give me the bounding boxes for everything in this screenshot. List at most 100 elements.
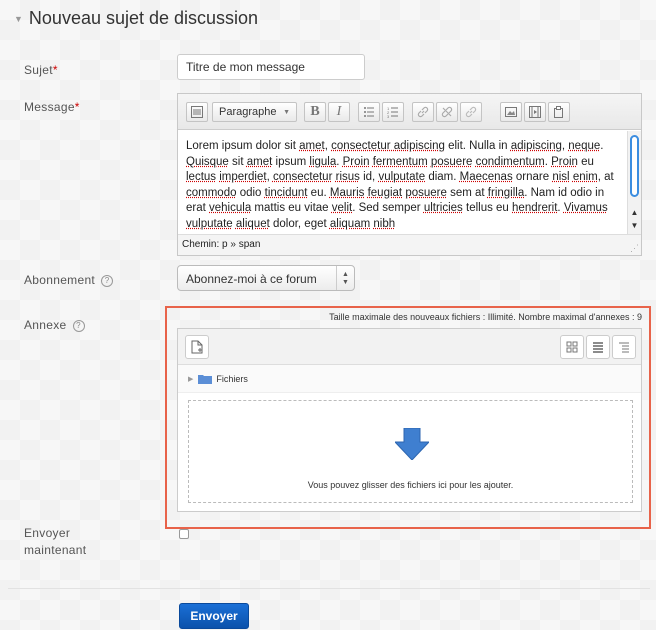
spellcheck-word: aliquam bbox=[329, 217, 371, 230]
link-icon[interactable] bbox=[412, 102, 434, 122]
spellcheck-word: velit bbox=[331, 202, 353, 214]
spellcheck-word: hendrerit bbox=[512, 202, 558, 214]
subscription-select[interactable]: Abonnez-moi à ce forum ▲ ▼ bbox=[177, 265, 355, 291]
text-run: , at bbox=[597, 171, 614, 183]
spellcheck-word: feugiat bbox=[367, 186, 403, 199]
send-now-checkbox[interactable] bbox=[179, 529, 189, 539]
subscription-label-text: Abonnement bbox=[24, 273, 96, 287]
spellcheck-word: fringilla bbox=[487, 186, 525, 199]
spellcheck-word: neque bbox=[568, 140, 601, 152]
file-limit-info: Taille maximale des nouveaux fichiers : … bbox=[329, 312, 642, 322]
add-file-icon[interactable] bbox=[185, 335, 209, 359]
italic-button[interactable]: I bbox=[328, 102, 350, 122]
text-run: tellus eu bbox=[466, 202, 513, 214]
resize-grip-icon[interactable]: ⋰ bbox=[630, 243, 639, 254]
paragraph-format-select[interactable]: Paragraphe ▼ bbox=[212, 102, 297, 122]
attachment-label: Annexe? bbox=[24, 318, 85, 332]
media-icon[interactable] bbox=[524, 102, 546, 122]
message-label: Message* bbox=[24, 100, 80, 114]
text-run: sit bbox=[228, 155, 247, 168]
editor-toolbar: Paragraphe ▼ B I 123 bbox=[178, 94, 641, 130]
text-run: . Sed semper bbox=[352, 202, 424, 214]
attachment-label-text: Annexe bbox=[24, 318, 67, 332]
help-icon[interactable]: ? bbox=[72, 319, 85, 332]
image-icon[interactable] bbox=[500, 102, 522, 122]
file-picker: ▶ Fichiers Vous pouvez glisser des fichi… bbox=[177, 328, 642, 512]
scrollbar-thumb[interactable] bbox=[630, 135, 639, 197]
subject-input[interactable]: Titre de mon message bbox=[177, 54, 365, 80]
spellcheck-word: fermentum bbox=[372, 155, 428, 168]
text-run: eu. bbox=[307, 186, 330, 199]
folder-label: Fichiers bbox=[216, 373, 248, 384]
paragraph-format-label: Paragraphe bbox=[219, 106, 277, 118]
unlink-icon[interactable] bbox=[436, 102, 458, 122]
bold-button[interactable]: B bbox=[304, 102, 326, 122]
chevron-right-icon[interactable]: ▶ bbox=[188, 375, 193, 383]
send-now-label-line2: maintenant bbox=[24, 543, 87, 557]
scroll-down-icon[interactable]: ▼ bbox=[629, 220, 640, 232]
spellcheck-word: Mauris bbox=[329, 186, 365, 199]
spellcheck-word: enim bbox=[572, 171, 598, 183]
text-run: id, bbox=[359, 171, 379, 183]
drop-zone[interactable]: Vous pouvez glisser des fichiers ici pou… bbox=[188, 400, 633, 503]
spellcheck-word: Proin bbox=[551, 155, 578, 168]
editor-path-text: Chemin: p » span bbox=[182, 239, 261, 250]
icon-view-icon[interactable] bbox=[560, 335, 584, 359]
message-body[interactable]: Lorem ipsum dolor sit amet, consectetur … bbox=[178, 131, 626, 234]
spellcheck-word: lectus bbox=[186, 171, 217, 183]
numbered-list-icon[interactable]: 123 bbox=[382, 102, 404, 122]
spellcheck-word: Proin bbox=[342, 155, 370, 168]
anchor-icon[interactable] bbox=[460, 102, 482, 122]
spellcheck-word: aliquet bbox=[235, 217, 270, 230]
spellcheck-word: ligula bbox=[309, 155, 337, 168]
tree-view-icon[interactable] bbox=[612, 335, 636, 359]
help-icon[interactable]: ? bbox=[101, 274, 114, 287]
file-picker-path[interactable]: ▶ Fichiers bbox=[178, 365, 641, 393]
file-picker-toolbar bbox=[178, 329, 641, 365]
chevron-down-icon: ▼ bbox=[283, 108, 290, 116]
spellcheck-word: Maecenas bbox=[459, 171, 513, 183]
text-run: mattis eu vitae bbox=[251, 202, 332, 214]
subject-label-text: Sujet bbox=[24, 63, 53, 77]
divider bbox=[8, 588, 650, 589]
spellcheck-word: vulputate bbox=[186, 217, 233, 230]
send-now-label-line1: Envoyer bbox=[24, 526, 71, 540]
spellcheck-word: nibh bbox=[373, 217, 396, 230]
spellcheck-word: risus bbox=[335, 171, 360, 183]
toolbar-toggle-icon[interactable] bbox=[186, 102, 208, 122]
bullet-list-icon[interactable] bbox=[358, 102, 380, 122]
text-run: ipsum bbox=[272, 155, 310, 168]
list-view-icon[interactable] bbox=[586, 335, 610, 359]
text-run: Lorem ipsum dolor sit bbox=[186, 140, 300, 152]
subscription-selected-value: Abonnez-moi à ce forum bbox=[186, 272, 317, 286]
editor-scrollbar[interactable]: ▲ ▼ bbox=[627, 131, 641, 235]
send-now-label: Envoyer maintenant bbox=[24, 525, 86, 559]
editor-path: Chemin: p » span ⋰ bbox=[178, 234, 641, 255]
spellcheck-word: tincidunt bbox=[264, 186, 308, 199]
subscription-label: Abonnement? bbox=[24, 273, 114, 287]
spellcheck-word: consectetur adipiscing bbox=[331, 140, 445, 152]
spellcheck-word: Quisque bbox=[186, 155, 229, 168]
text-run: ornare bbox=[515, 171, 553, 183]
required-mark: * bbox=[74, 100, 80, 114]
text-run: . bbox=[600, 140, 604, 152]
svg-text:3: 3 bbox=[387, 114, 390, 118]
scroll-up-icon[interactable]: ▲ bbox=[629, 207, 640, 219]
spellcheck-word: imperdiet bbox=[219, 171, 267, 183]
triangle-down-icon[interactable]: ▼ bbox=[14, 14, 23, 24]
spellcheck-word: vulputate bbox=[378, 171, 426, 183]
spellcheck-word: posuere bbox=[405, 186, 447, 199]
spellcheck-word: commodo bbox=[186, 186, 237, 199]
message-editor[interactable]: Paragraphe ▼ B I 123 Lorem ipsum dolor s… bbox=[177, 93, 642, 256]
section-legend[interactable]: ▼ Nouveau sujet de discussion bbox=[14, 8, 258, 29]
paste-icon[interactable] bbox=[548, 102, 570, 122]
folder-icon bbox=[198, 374, 213, 384]
text-run: odio bbox=[236, 186, 265, 199]
spellcheck-word: adipiscing bbox=[510, 140, 562, 152]
drop-hint: Vous pouvez glisser des fichiers ici pou… bbox=[307, 480, 514, 490]
submit-button[interactable]: Envoyer bbox=[179, 603, 249, 629]
spellcheck-word: consectetur bbox=[272, 171, 333, 183]
select-arrows-icon: ▲ ▼ bbox=[336, 266, 354, 290]
section-title: Nouveau sujet de discussion bbox=[28, 8, 259, 28]
required-mark: * bbox=[52, 63, 58, 77]
